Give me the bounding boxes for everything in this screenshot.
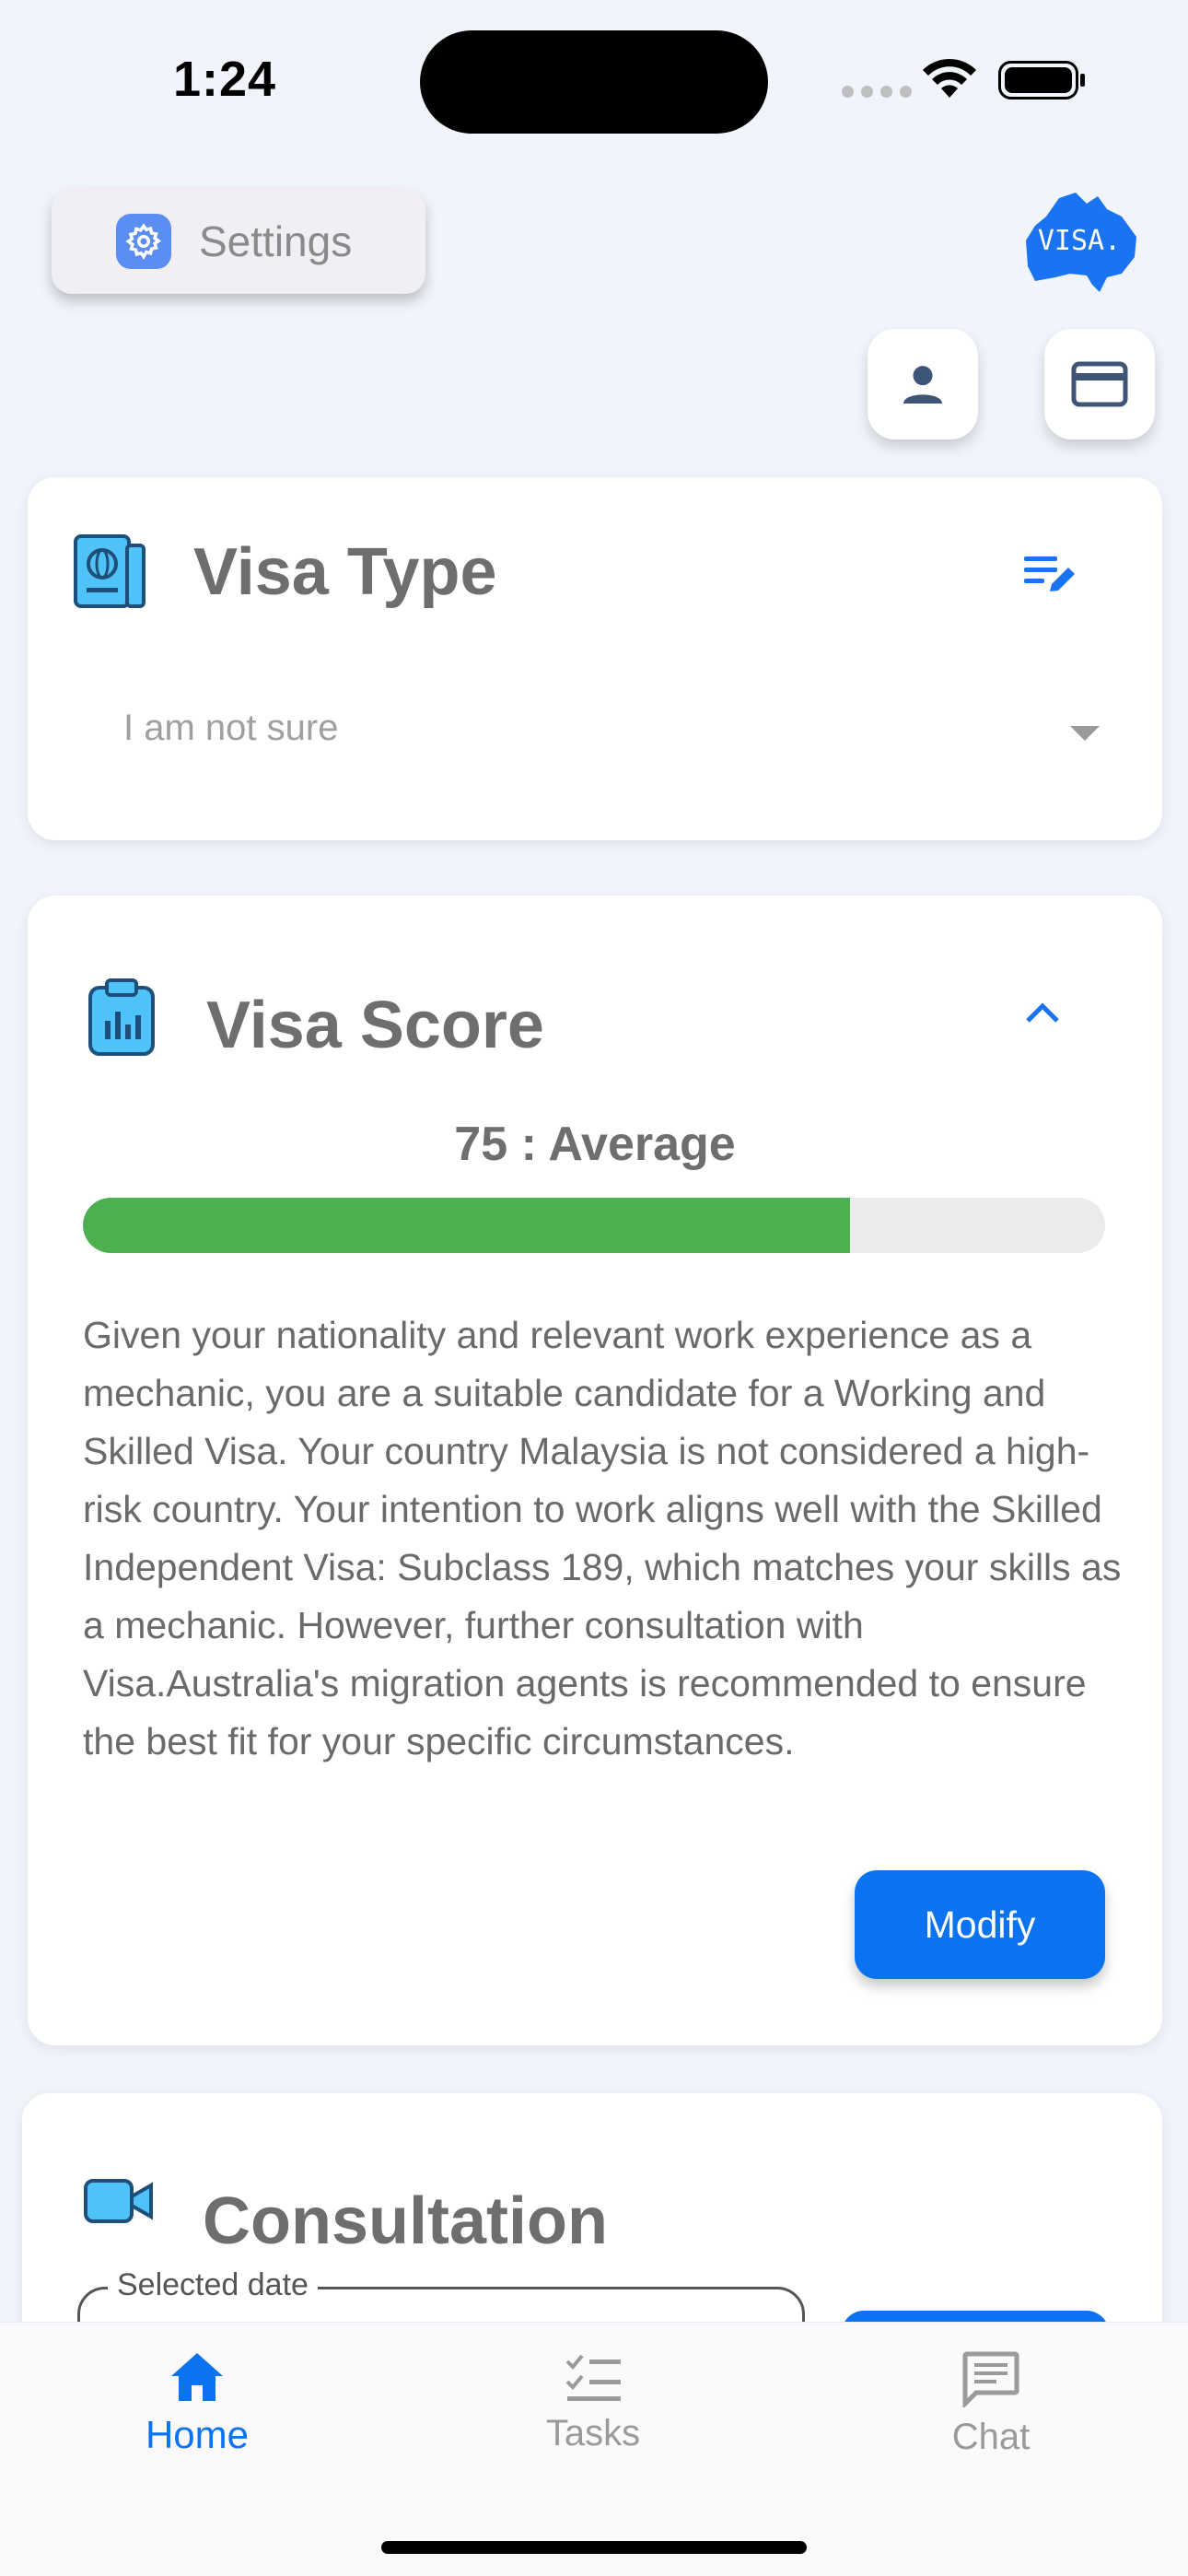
- passport-icon: [74, 534, 146, 608]
- edit-list-icon[interactable]: [1022, 551, 1079, 597]
- consultation-title: Consultation: [203, 2184, 608, 2258]
- score-description: Given your nationality and relevant work…: [83, 1314, 1122, 1762]
- chat-icon: [962, 2351, 1019, 2407]
- credit-card-icon: [1071, 361, 1128, 407]
- tab-home-label: Home: [145, 2413, 250, 2456]
- tab-bar: Home Tasks Chat: [0, 2322, 1188, 2576]
- chevron-up-icon[interactable]: [1024, 1001, 1061, 1025]
- score-progress-fill: [83, 1198, 850, 1253]
- tab-home[interactable]: Home: [87, 2350, 308, 2457]
- tab-chat-label: Chat: [951, 2417, 1031, 2457]
- settings-label: Settings: [199, 217, 353, 265]
- wifi-icon: [923, 58, 976, 98]
- settings-button[interactable]: Settings: [52, 189, 425, 294]
- dropdown-arrow-icon[interactable]: [1070, 726, 1100, 741]
- status-time: 1:24: [173, 52, 277, 107]
- video-camera-icon: [84, 2179, 153, 2223]
- person-icon: [903, 366, 942, 404]
- profile-button[interactable]: [868, 329, 978, 439]
- tab-tasks-label: Tasks: [545, 2413, 641, 2453]
- tab-tasks[interactable]: Tasks: [483, 2350, 704, 2454]
- tab-chat[interactable]: Chat: [880, 2350, 1101, 2458]
- home-indicator: [381, 2541, 807, 2554]
- visa-type-select[interactable]: I am not sure: [123, 708, 338, 749]
- visa-score-title: Visa Score: [206, 989, 544, 1062]
- visa-australia-logo: VISA.: [1026, 193, 1136, 292]
- dynamic-island: [420, 30, 768, 134]
- clipboard-chart-icon: [88, 978, 155, 1056]
- visa-type-title: Visa Type: [193, 535, 497, 609]
- score-label: 75 : Average: [454, 1118, 736, 1171]
- modify-button[interactable]: Modify: [855, 1870, 1105, 1979]
- battery-icon: [998, 61, 1085, 100]
- tasks-icon: [565, 2354, 621, 2401]
- visa-logo-text: VISA.: [1038, 225, 1121, 257]
- selected-date-label: Selected date: [108, 2267, 318, 2303]
- score-progress-bar: [83, 1198, 1105, 1253]
- visa-type-card: Visa Type I am not sure: [28, 477, 1162, 840]
- visa-score-card: Visa Score 75 : Average Given your natio…: [28, 896, 1162, 2045]
- home-icon: [171, 2353, 223, 2401]
- payment-button[interactable]: [1044, 329, 1155, 439]
- cellular-signal-icon: [842, 86, 912, 98]
- gear-icon: [116, 214, 171, 269]
- status-bar: 1:24: [0, 0, 1188, 157]
